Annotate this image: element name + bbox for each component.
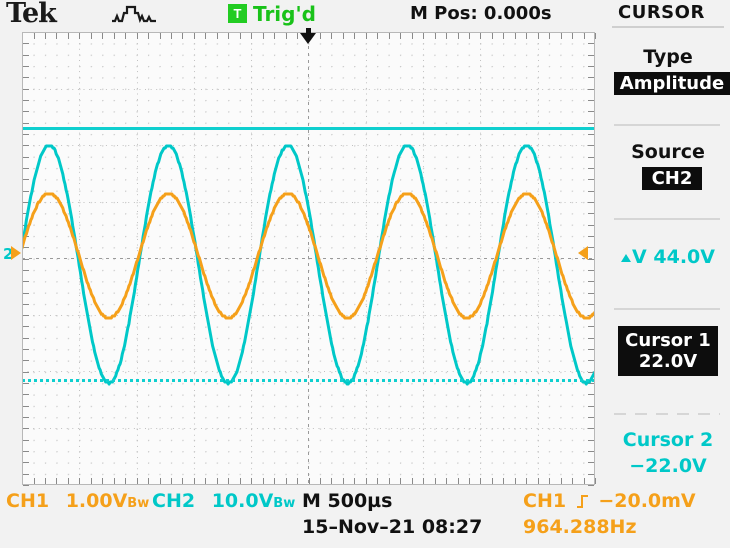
- cursor-1-line[interactable]: [22, 127, 595, 130]
- menu-divider-3: [614, 308, 720, 310]
- top-status-bar: Tek T Trig'd M Pos: 0.000s CURSOR: [0, 0, 730, 29]
- trigger-source-label: CH1: [523, 490, 567, 512]
- cursor-type-value[interactable]: Amplitude: [614, 72, 730, 95]
- ch2-settings-readout[interactable]: CH2 10.0VBᴡ: [152, 490, 295, 512]
- cursor-delta-value: 44.0V: [653, 246, 715, 268]
- timebase-readout[interactable]: M 500µs: [302, 490, 392, 512]
- ch2-ground-reference-arrow[interactable]: [11, 246, 21, 260]
- cursor-delta-readout: V 44.0V: [606, 246, 730, 268]
- trigger-level-arrow[interactable]: [578, 246, 588, 260]
- ch1-waveform-trace: [22, 192, 595, 320]
- cursor-1-value: 22.0V: [638, 351, 698, 372]
- trigger-status-text: Trig'd: [253, 2, 316, 26]
- ch1-label: CH1: [6, 490, 50, 512]
- menu-divider-2: [614, 218, 720, 220]
- trigger-status-badge: T: [228, 4, 247, 23]
- ch2-scale-value: 10.0V: [211, 490, 274, 512]
- ch2-label: CH2: [152, 490, 196, 512]
- bottom-status-bar: CH1 1.00VBᴡ CH2 10.0VBᴡ M 500µs 15–Nov–2…: [0, 486, 730, 548]
- datetime-readout: 15–Nov–21 08:27: [302, 516, 483, 538]
- horizontal-position-readout: M Pos: 0.000s: [410, 3, 552, 24]
- cursor-2-value: −22.0V: [629, 455, 707, 477]
- rising-edge-icon: [576, 492, 589, 508]
- cursor-source-value[interactable]: CH2: [642, 167, 702, 190]
- frequency-readout: 964.288Hz: [523, 516, 637, 538]
- tek-logo: Tek: [6, 0, 57, 29]
- cursor-type-label: Type: [643, 46, 693, 68]
- menu-divider-1: [614, 124, 720, 126]
- trigger-level-value: −20.0mV: [598, 490, 696, 512]
- side-menu-title: CURSOR: [618, 2, 705, 23]
- cursor-2-label: Cursor 2: [622, 429, 714, 451]
- delta-triangle-icon: [621, 254, 632, 262]
- cursor-1-readout[interactable]: Cursor 1 22.0V: [618, 326, 718, 376]
- cursor-side-menu: Type Amplitude Source CH2 V 44.0V Cursor…: [606, 26, 730, 486]
- ch1-bandwidth-limit-icon: Bᴡ: [127, 496, 150, 511]
- oscilloscope-screen: Tek T Trig'd M Pos: 0.000s CURSOR 2 Type…: [0, 0, 730, 548]
- trigger-position-arrow[interactable]: [300, 33, 316, 44]
- ch1-scale-value: 1.00V: [65, 490, 128, 512]
- ch2-bandwidth-limit-icon: Bᴡ: [273, 496, 296, 511]
- cursor-delta-label: V: [632, 246, 647, 268]
- single-sequence-waveform-icon: [112, 5, 156, 24]
- cursor-source-label: Source: [631, 141, 705, 163]
- cursor-1-label: Cursor 1: [625, 330, 711, 351]
- cursor-2-line[interactable]: [22, 379, 595, 382]
- ch1-settings-readout[interactable]: CH1 1.00VBᴡ: [6, 490, 149, 512]
- trigger-settings-readout[interactable]: CH1 −20.0mV: [523, 490, 696, 512]
- menu-divider-4: [614, 413, 720, 415]
- waveform-display-area[interactable]: [22, 32, 596, 486]
